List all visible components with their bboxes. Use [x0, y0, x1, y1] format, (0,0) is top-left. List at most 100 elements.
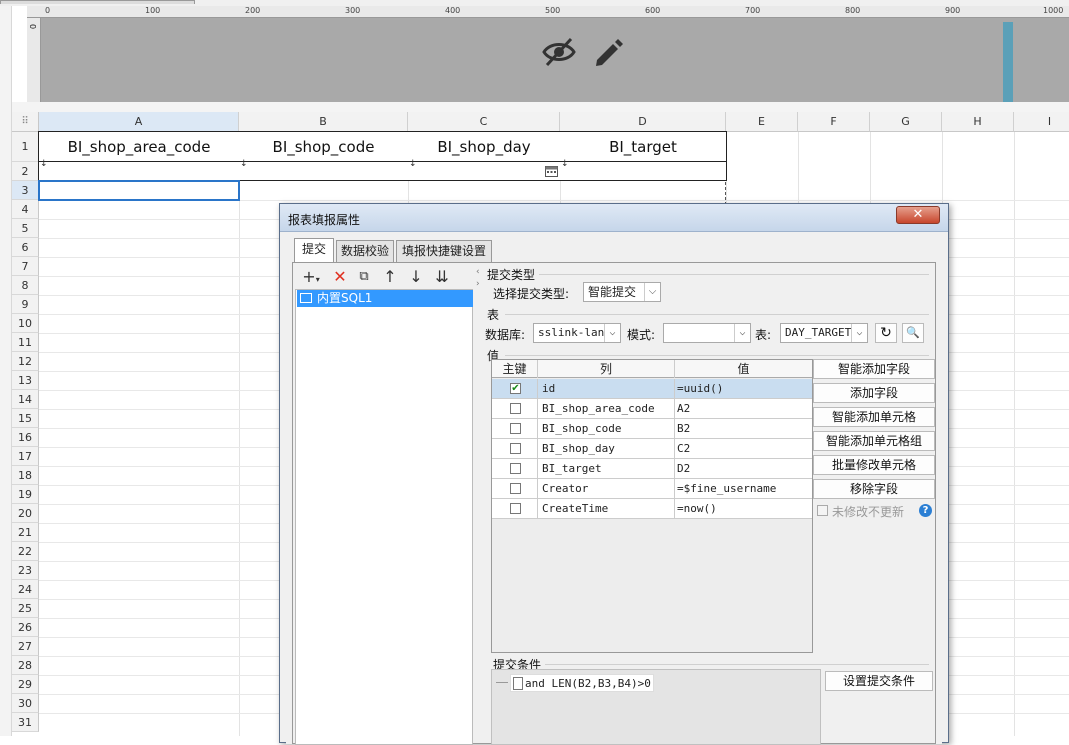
row-header-19[interactable]: 19 [12, 485, 39, 504]
field-value[interactable]: B2 [675, 419, 812, 438]
dialog-titlebar[interactable]: 报表填报属性 ✕ [280, 204, 948, 232]
splitter-arrows-icon[interactable]: ‹ › [476, 268, 484, 289]
col-header-h[interactable]: H [942, 112, 1014, 132]
col-header-f[interactable]: F [798, 112, 870, 132]
no-update-checkbox[interactable] [817, 505, 828, 516]
field-column-name[interactable]: BI_target [538, 459, 675, 478]
cell-a1[interactable]: BI_shop_area_code [38, 131, 240, 162]
batch-modify-cells-button[interactable]: 批量修改单元格 [813, 455, 935, 475]
col-header-g[interactable]: G [870, 112, 942, 132]
row-header-8[interactable]: 8 [12, 276, 39, 295]
field-column-name[interactable]: BI_shop_area_code [538, 399, 675, 418]
header-value[interactable]: 值 [675, 360, 812, 378]
sql-list[interactable]: 内置SQL1 [295, 289, 473, 745]
add-icon[interactable]: +▾ [297, 267, 325, 287]
pencil-icon[interactable] [591, 36, 625, 68]
row-header-14[interactable]: 14 [12, 390, 39, 409]
delete-icon[interactable]: ✕ [329, 267, 351, 287]
cell-d2[interactable]: ↓ [560, 159, 727, 181]
field-column-name[interactable]: Creator [538, 479, 675, 498]
refresh-icon[interactable]: ↻ [875, 323, 897, 343]
smart-add-cell-group-button[interactable]: 智能添加单元格组 [813, 431, 935, 451]
row-header-1[interactable]: 1 [12, 132, 39, 162]
sql-list-item[interactable]: 内置SQL1 [297, 290, 473, 307]
row-header-28[interactable]: 28 [12, 656, 39, 675]
row-header-11[interactable]: 11 [12, 333, 39, 352]
row-header-20[interactable]: 20 [12, 504, 39, 523]
row-header-15[interactable]: 15 [12, 409, 39, 428]
smart-add-cells-button[interactable]: 智能添加单元格 [813, 407, 935, 427]
move-down-icon[interactable]: ↓ [405, 267, 427, 287]
row-header-17[interactable]: 17 [12, 447, 39, 466]
row-header-23[interactable]: 23 [12, 561, 39, 580]
row-header-16[interactable]: 16 [12, 428, 39, 447]
field-column-name[interactable]: id [538, 379, 675, 398]
col-header-d[interactable]: D [560, 112, 726, 132]
tab-data-validation[interactable]: 数据校验 [336, 240, 394, 262]
row-header-26[interactable]: 26 [12, 618, 39, 637]
row-header-18[interactable]: 18 [12, 466, 39, 485]
field-value[interactable]: C2 [675, 439, 812, 458]
header-column[interactable]: 列 [538, 360, 675, 378]
smart-add-fields-button[interactable]: 智能添加字段 [813, 359, 935, 379]
copy-icon[interactable]: ⧉ [353, 267, 375, 287]
row-header-3[interactable]: 3 [12, 181, 39, 200]
field-value[interactable]: =$fine_username [675, 479, 812, 498]
condition-item[interactable]: and LEN(B2,B3,B4)>0 [510, 674, 654, 692]
selected-cell-a3[interactable] [38, 180, 240, 201]
report-header-area[interactable] [41, 18, 1069, 102]
cell-c1[interactable]: BI_shop_day [408, 131, 561, 162]
field-column-name[interactable]: BI_shop_code [538, 419, 675, 438]
row-header-10[interactable]: 10 [12, 314, 39, 333]
col-header-c[interactable]: C [408, 112, 560, 132]
primary-key-checkbox[interactable] [510, 483, 521, 494]
table-preview-icon[interactable]: 🔍 [902, 323, 924, 343]
field-column-name[interactable]: BI_shop_day [538, 439, 675, 458]
tab-shortcut-settings[interactable]: 填报快捷键设置 [396, 240, 492, 262]
field-value[interactable]: D2 [675, 459, 812, 478]
field-row[interactable]: Creator =$fine_username [492, 479, 812, 499]
submit-condition-tree[interactable]: and LEN(B2,B3,B4)>0 [491, 669, 821, 745]
field-row[interactable]: CreateTime =now() [492, 499, 812, 519]
row-header-22[interactable]: 22 [12, 542, 39, 561]
table-select[interactable]: DAY_TARGET ⌵ [780, 323, 868, 343]
row-header-24[interactable]: 24 [12, 580, 39, 599]
row-header-29[interactable]: 29 [12, 675, 39, 694]
col-header-e[interactable]: E [726, 112, 798, 132]
row-header-4[interactable]: 4 [12, 200, 39, 219]
row-header-7[interactable]: 7 [12, 257, 39, 276]
field-value[interactable]: =now() [675, 499, 812, 518]
col-header-a[interactable]: A [39, 112, 239, 132]
field-value[interactable]: A2 [675, 399, 812, 418]
row-header-30[interactable]: 30 [12, 694, 39, 713]
row-header-9[interactable]: 9 [12, 295, 39, 314]
primary-key-checkbox[interactable] [510, 403, 521, 414]
field-row[interactable]: BI_target D2 [492, 459, 812, 479]
calendar-icon[interactable] [545, 165, 558, 177]
row-header-2[interactable]: 2 [12, 162, 39, 181]
remove-field-button[interactable]: 移除字段 [813, 479, 935, 499]
schema-select[interactable]: ⌵ [663, 323, 751, 343]
field-mapping-table[interactable]: 主键 列 值 ✔ id =uuid() BI_shop_area_code A2… [491, 359, 813, 653]
database-select[interactable]: sslink-lan ⌵ [533, 323, 621, 343]
cell-b2[interactable]: ↓ [239, 159, 409, 181]
add-field-button[interactable]: 添加字段 [813, 383, 935, 403]
row-header-25[interactable]: 25 [12, 599, 39, 618]
move-bottom-icon[interactable]: ⇊ [431, 267, 453, 287]
cell-b1[interactable]: BI_shop_code [239, 131, 409, 162]
primary-key-checkbox[interactable] [510, 463, 521, 474]
grid-corner[interactable]: ⠿ [12, 112, 39, 132]
row-header-5[interactable]: 5 [12, 219, 39, 238]
set-submit-condition-button[interactable]: 设置提交条件 [825, 671, 933, 691]
tab-submit[interactable]: 提交 [294, 238, 334, 262]
row-header-13[interactable]: 13 [12, 371, 39, 390]
field-column-name[interactable]: CreateTime [538, 499, 675, 518]
eye-slash-icon[interactable] [541, 36, 577, 68]
row-header-12[interactable]: 12 [12, 352, 39, 371]
help-icon[interactable]: ? [919, 504, 932, 517]
cell-a2[interactable]: ↓ [38, 159, 240, 181]
primary-key-checkbox[interactable] [510, 423, 521, 434]
field-value[interactable]: =uuid() [675, 379, 812, 398]
primary-key-checkbox[interactable]: ✔ [510, 383, 521, 394]
field-row[interactable]: BI_shop_code B2 [492, 419, 812, 439]
